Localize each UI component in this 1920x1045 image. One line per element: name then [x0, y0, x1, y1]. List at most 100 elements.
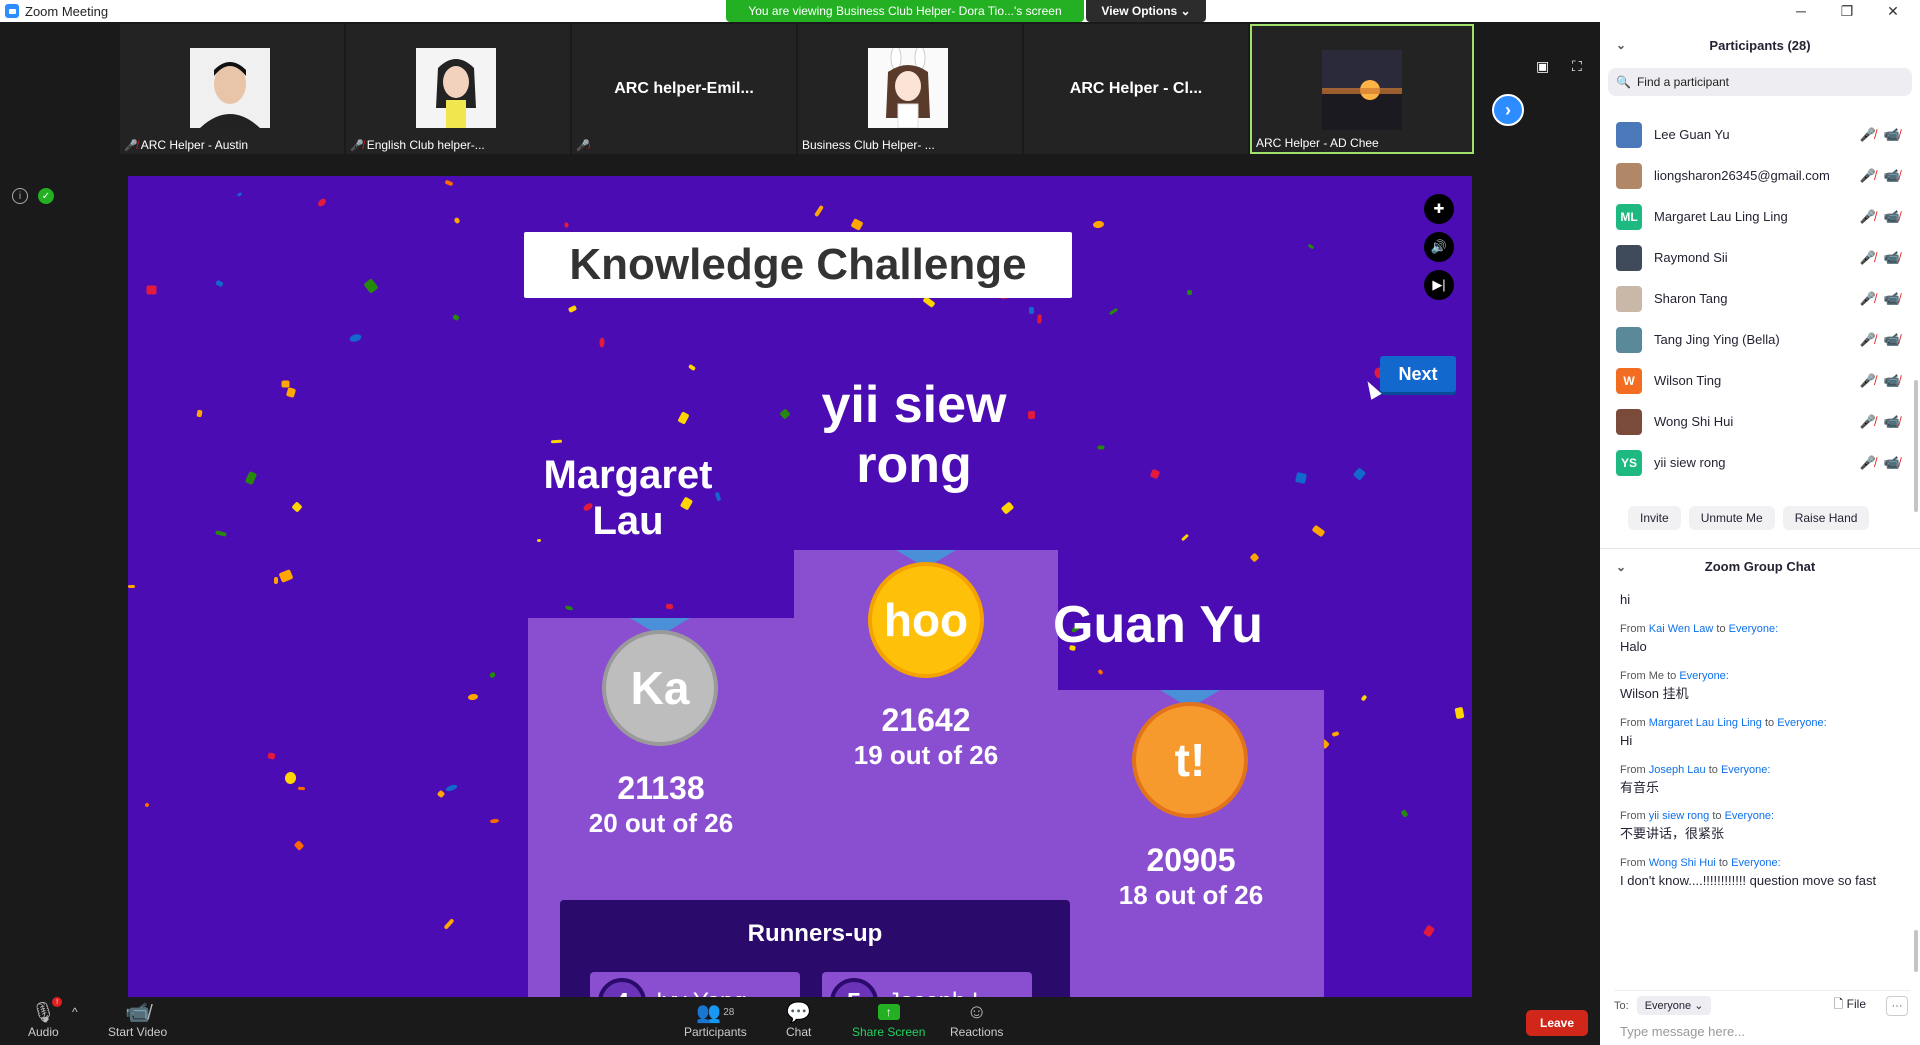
participant-photo: [190, 48, 270, 128]
confetti-piece: [1454, 706, 1465, 720]
collapse-chevron-icon[interactable]: ⌄: [1616, 560, 1626, 574]
mic-muted-icon: 🎤̸: [1859, 126, 1876, 142]
participant-row[interactable]: Lee Guan Yu 🎤̸ 📹̸: [1600, 114, 1910, 155]
audio-button[interactable]: 🎙! Audio: [28, 997, 63, 1039]
confetti-piece: [1000, 501, 1015, 515]
mic-muted-icon: 🎤̸: [1859, 372, 1876, 388]
leave-button[interactable]: Leave: [1526, 1010, 1588, 1036]
skip-icon[interactable]: ▶|: [1424, 270, 1454, 300]
participant-photo: [1322, 50, 1402, 130]
side-panel: ⌄ Participants (28) 🔍 Find a participant…: [1600, 22, 1920, 1045]
participants-button[interactable]: 👥 28 Participants: [684, 999, 747, 1040]
second-place-score: 21138: [617, 770, 705, 806]
confetti-piece: [1360, 694, 1368, 702]
confetti-piece: [1097, 668, 1104, 676]
confetti-piece: [564, 222, 569, 228]
message-text: 有音乐: [1620, 779, 1660, 795]
confetti-piece: [297, 786, 306, 791]
silver-medal-icon: Ka: [602, 630, 718, 746]
fullscreen-icon[interactable]: ⛶: [1572, 58, 1582, 75]
confetti-piece: [144, 802, 150, 808]
participant-row[interactable]: Tang Jing Ying (Bella) 🎤̸ 📹̸: [1600, 319, 1910, 360]
chat-recipient-row: To: Everyone ⌄ 🗋 File ···: [1614, 990, 1910, 1020]
invite-button[interactable]: Invite: [1628, 506, 1681, 530]
volume-icon[interactable]: 🔊: [1424, 232, 1454, 262]
thumbnail-name: ARC Helper - AD Chee: [1256, 136, 1379, 150]
avatar: [1616, 244, 1642, 271]
share-screen-icon: ↑: [877, 999, 900, 1025]
video-thumbnail[interactable]: ARC Helper - Cl...: [1024, 24, 1248, 154]
reactions-icon: ☺: [966, 1000, 987, 1023]
video-off-icon: 📹̸: [1883, 208, 1900, 224]
chat-icon: 💬: [786, 1001, 812, 1024]
participant-row[interactable]: Raymond Sii 🎤̸ 📹̸: [1600, 237, 1910, 278]
confetti-piece: [293, 840, 305, 851]
audio-options-caret-icon[interactable]: ^: [72, 1005, 78, 1019]
window-title: Zoom Meeting: [25, 3, 109, 19]
share-screen-button[interactable]: ↑ Share Screen: [852, 999, 925, 1039]
participant-name: Raymond Sii: [1654, 250, 1728, 265]
chat-message: From Kai Wen Law to Everyone: Halo: [1620, 623, 1906, 656]
video-thumbnail[interactable]: 🎤̸ ARC Helper - Austin: [120, 24, 344, 154]
avatar: [1616, 162, 1642, 189]
confetti-piece: [1108, 307, 1119, 316]
reactions-label: Reactions: [950, 1025, 1004, 1039]
confetti-piece: [1295, 472, 1307, 484]
confetti-piece: [1422, 924, 1436, 938]
participant-row[interactable]: liongsharon26345@gmail.com 🎤̸ 📹̸: [1600, 155, 1910, 196]
confetti-piece: [316, 197, 328, 208]
participant-row[interactable]: Wong Shi Hui 🎤̸ 📹̸: [1600, 401, 1910, 442]
message-sender: Me: [1648, 669, 1665, 682]
confetti-piece: [285, 387, 297, 398]
first-place-correct: 19 out of 26: [853, 740, 999, 770]
unmute-me-button[interactable]: Unmute Me: [1688, 506, 1775, 530]
video-off-icon: 📹̸: [125, 1001, 151, 1024]
video-thumbnail-strip: 🎤̸ ARC Helper - Austin 🎤̸ English Club hel…: [120, 24, 1474, 154]
file-button[interactable]: 🗋 File: [1834, 995, 1866, 1016]
confetti-piece: [1352, 467, 1367, 481]
video-off-icon: 📹̸: [1883, 454, 1900, 470]
layout-icon[interactable]: ▣: [1536, 58, 1549, 75]
video-thumbnail-active[interactable]: ARC Helper - AD Chee: [1250, 24, 1474, 154]
confetti-piece: [1028, 306, 1035, 315]
third-place-correct: 18 out of 26: [1118, 880, 1264, 910]
chat-scrollbar[interactable]: [1914, 930, 1918, 972]
raise-hand-button[interactable]: Raise Hand: [1782, 506, 1870, 530]
video-thumbnail[interactable]: 🎤̸ English Club helper-...: [346, 24, 570, 154]
minimize-icon[interactable]: ✚: [1424, 194, 1454, 224]
video-off-icon: 📹̸: [1883, 331, 1900, 347]
participants-scrollbar[interactable]: [1914, 380, 1918, 512]
confetti-piece: [278, 569, 294, 583]
confetti-piece: [348, 332, 363, 344]
more-options-button[interactable]: ···: [1886, 995, 1908, 1016]
participants-icon: 👥 28: [696, 1001, 735, 1024]
participant-row[interactable]: ML Margaret Lau Ling Ling 🎤̸ 📹̸: [1600, 196, 1910, 237]
chat-message: From Me to Everyone: Wilson 挂机: [1620, 670, 1906, 703]
next-page-arrow-icon[interactable]: ›: [1492, 94, 1524, 126]
restore-button[interactable]: ❐: [1824, 0, 1870, 22]
gold-medal-icon: hoo: [868, 562, 984, 678]
participant-row[interactable]: W Wilson Ting 🎤̸ 📹̸: [1600, 360, 1910, 401]
chat-input[interactable]: Type message here...: [1620, 1024, 1745, 1039]
reactions-button[interactable]: ☺ Reactions: [950, 999, 1004, 1040]
participant-row[interactable]: YS yii siew rong 🎤̸ 📹̸: [1600, 442, 1910, 483]
view-options-button[interactable]: View Options ⌄: [1086, 0, 1206, 22]
minimize-button[interactable]: ─: [1778, 0, 1824, 22]
share-banner: You are viewing Business Club Helper- Do…: [726, 0, 1084, 22]
video-thumbnail[interactable]: Business Club Helper- ...: [798, 24, 1022, 154]
close-button[interactable]: ✕: [1870, 0, 1916, 22]
participant-search[interactable]: 🔍 Find a participant: [1608, 68, 1912, 96]
message-recipient: Everyone:: [1777, 716, 1827, 729]
video-thumbnail[interactable]: ARC helper-Emil... 🎤̸: [572, 24, 796, 154]
start-video-button[interactable]: 📹̸ Start Video: [108, 999, 167, 1040]
confetti-piece: [1249, 552, 1260, 563]
collapse-chevron-icon[interactable]: ⌄: [1616, 38, 1626, 52]
recipient-select[interactable]: Everyone ⌄: [1636, 996, 1712, 1015]
message-sender: Margaret Lau Ling Ling: [1648, 716, 1762, 729]
shield-icon[interactable]: ✓: [38, 188, 54, 204]
participant-row[interactable]: Sharon Tang 🎤̸ 📹̸: [1600, 278, 1910, 319]
info-icon[interactable]: i: [12, 188, 28, 204]
next-button[interactable]: Next: [1380, 356, 1456, 392]
chat-button[interactable]: 💬 Chat: [786, 999, 812, 1040]
confetti-piece: [146, 285, 157, 295]
